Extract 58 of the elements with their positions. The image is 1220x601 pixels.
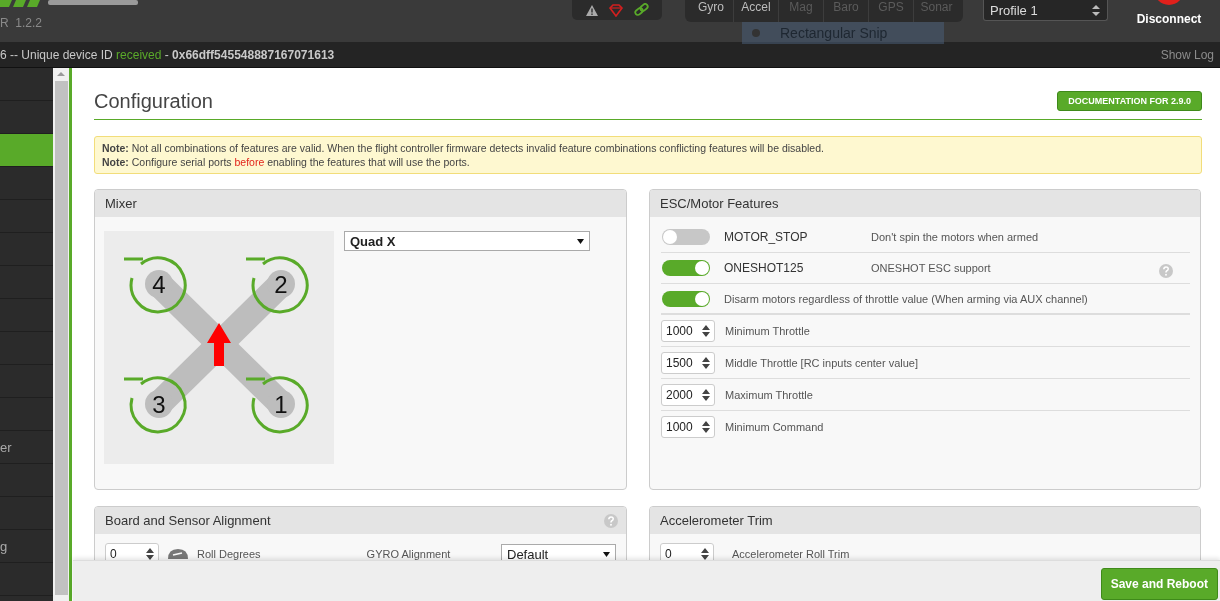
stepper-icon	[701, 420, 711, 434]
toggle-switch[interactable]	[662, 229, 710, 245]
feature-description: Disarm motors regardless of throttle value (When arming via AUX channel)	[724, 292, 1089, 305]
warning-icon	[584, 3, 599, 17]
page-title: Configuration	[94, 90, 213, 113]
number-input[interactable]: 2000	[661, 383, 715, 406]
stepper-icon	[145, 547, 155, 560]
number-input[interactable]: 1500	[661, 351, 715, 374]
feature-description: ONESHOT ESC support	[871, 262, 992, 274]
feature-description: Don't spin the motors when armed	[871, 231, 1040, 243]
toggle-switch[interactable]	[662, 290, 710, 307]
feature-name: ONESHOT125	[724, 261, 805, 275]
stepper-icon	[701, 323, 711, 338]
motor-number: 1	[274, 391, 288, 418]
field-label: Roll Degrees	[197, 548, 261, 560]
number-input[interactable]: 0	[105, 543, 159, 560]
number-input[interactable]: 1000	[661, 416, 715, 438]
version-label: R 1.2.2	[0, 16, 43, 30]
disconnect-label[interactable]: Disconnect	[1136, 12, 1202, 26]
dropdown-icon	[577, 237, 584, 245]
field-label: Minimum Throttle	[725, 324, 810, 337]
panel-title: Board and Sensor Alignment	[105, 513, 271, 528]
feature-name: MOTOR_STOP	[724, 230, 809, 244]
show-log-link[interactable]: Show Log	[1160, 47, 1214, 62]
field-label: GYRO Alignment	[366, 548, 451, 560]
updown-icon	[1091, 3, 1101, 17]
field-label: Minimum Command	[725, 421, 824, 433]
log-message: 6 -- Unique device ID received - 0x66dff545548887167071613	[0, 47, 335, 62]
panel-title: ESC/Motor Features	[660, 196, 779, 211]
field-label: Middle Throttle [RC inputs center value]	[725, 356, 918, 369]
sensor-indicator: Accel	[734, 0, 779, 22]
motor-number: 3	[152, 391, 166, 418]
alignment-select[interactable]: Default	[501, 544, 616, 560]
number-input[interactable]: 0	[660, 543, 714, 560]
mixer-select[interactable]: Quad X	[344, 231, 590, 251]
stepper-icon	[701, 387, 711, 402]
direction-arrow-icon	[207, 323, 231, 366]
number-input[interactable]: 1000	[661, 319, 715, 342]
gem-icon	[608, 3, 625, 17]
panel-title: Accelerometer Trim	[660, 513, 773, 528]
link-icon	[634, 3, 650, 17]
toggle-switch[interactable]	[662, 260, 710, 276]
panel-title: Mixer	[105, 196, 137, 211]
stepper-icon	[701, 355, 711, 370]
scrollbar[interactable]	[53, 68, 69, 601]
stepper-icon	[700, 547, 710, 560]
note-text: Note: Configure serial ports before enabling the features that will use the ports.	[102, 156, 471, 168]
motor-number: 2	[274, 271, 288, 298]
profile-select[interactable]: Profile 1	[983, 0, 1108, 21]
sensor-indicator: Gyro	[689, 0, 734, 22]
motor-number: 4	[152, 271, 166, 298]
dropdown-icon	[603, 550, 610, 558]
note-text: Note: Not all combinations of features are valid. When the flight controller firmware detects invalid feature combinations conflicting features will be disabled.	[102, 142, 825, 154]
field-label: Accelerometer Roll Trim	[732, 548, 850, 560]
up-arrow-icon	[56, 70, 66, 77]
dot-icon	[752, 29, 760, 37]
sidebar-item[interactable]	[0, 134, 53, 167]
field-label: Maximum Throttle	[725, 388, 813, 401]
